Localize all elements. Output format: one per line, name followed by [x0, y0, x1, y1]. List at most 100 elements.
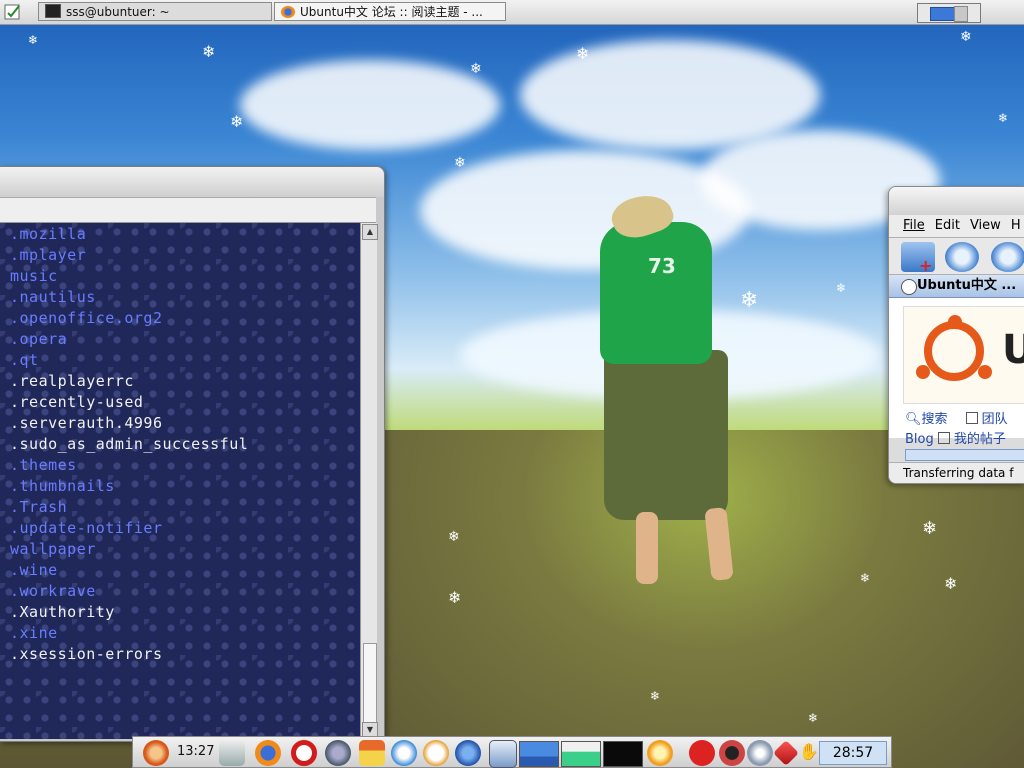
cpu-monitor-icon[interactable] — [519, 741, 559, 767]
reload-icon — [901, 279, 917, 295]
opera-icon[interactable] — [291, 740, 317, 766]
snowflake-icon: ❄ — [650, 689, 661, 703]
loading-progress — [905, 449, 1024, 461]
terminal-line: .opera — [10, 330, 68, 348]
snowflake-icon: ❄ — [998, 111, 1009, 125]
menu-help[interactable]: H — [1011, 218, 1021, 233]
scroll-thumb[interactable] — [363, 643, 377, 725]
terminal-line: .serverauth.4996 — [10, 414, 163, 432]
team-icon — [965, 412, 978, 424]
record-icon[interactable] — [719, 740, 745, 766]
snowflake-icon: ❄ — [836, 281, 847, 295]
terminal-line: .mplayer — [10, 246, 87, 264]
bottom-panel: 13:27 ✋ 28:57 — [132, 736, 892, 768]
page-content: U 🔍︎搜索 团队 Blog 我的帖子 — [889, 298, 1024, 447]
top-panel: sss@ubuntuer: ~ Ubuntu中文 论坛 :: 阅读主题 - ..… — [0, 0, 1024, 25]
nav-team-link[interactable]: 团队 — [982, 412, 1008, 427]
snowflake-icon: ❄ — [860, 571, 871, 585]
snowflake-icon: ❄ — [448, 588, 462, 607]
task-browser[interactable]: Ubuntu中文 论坛 :: 阅读主题 - ... — [274, 2, 506, 21]
terminal-titlebar[interactable] — [0, 167, 384, 197]
messenger-icon[interactable] — [391, 740, 417, 766]
trash-icon[interactable] — [489, 740, 517, 768]
thunderbird-icon[interactable] — [455, 740, 481, 766]
menu-edit[interactable]: Edit — [935, 218, 960, 233]
terminal-line: .nautilus — [10, 288, 96, 306]
task-terminal-label: sss@ubuntuer: ~ — [66, 5, 170, 19]
new-tab-icon[interactable]: + — [901, 242, 935, 275]
eye-icon[interactable] — [747, 740, 773, 766]
file-manager-icon[interactable] — [325, 740, 351, 766]
notes-launcher-icon[interactable] — [2, 2, 24, 22]
search-icon: 🔍︎ — [905, 412, 922, 427]
menu-file[interactable]: File — [903, 218, 925, 233]
terminal-menubar[interactable] — [0, 197, 376, 223]
music-player-icon[interactable] — [219, 740, 245, 766]
ubuntu-logo: U — [903, 306, 1024, 404]
scroll-up-icon[interactable]: ▲ — [362, 224, 378, 240]
hand-icon[interactable]: ✋ — [799, 742, 819, 761]
snowflake-icon: ❄ — [576, 44, 590, 63]
sun-icon[interactable] — [647, 740, 673, 766]
snowflake-icon: ❄ — [960, 29, 972, 45]
terminal-line: .sudo_as_admin_successful — [10, 435, 249, 453]
snowflake-icon: ❄ — [202, 42, 216, 61]
ubuntu-logo-icon[interactable] — [143, 740, 169, 766]
tab-ubuntu-forum[interactable]: Ubuntu中文 ... — [889, 275, 1024, 298]
forward-icon[interactable] — [991, 242, 1024, 272]
memory-monitor-icon[interactable] — [561, 741, 601, 767]
snowflake-icon: ❄ — [808, 711, 819, 725]
status-bar: Transferring data f — [889, 462, 1024, 483]
browser-toolbar: + — [889, 238, 1024, 275]
menu-view[interactable]: View — [970, 218, 1001, 233]
network-monitor-icon[interactable] — [603, 741, 643, 767]
terminal-line: .xine — [10, 624, 58, 642]
nav-my-posts-link[interactable]: 我的帖子 — [954, 432, 1006, 447]
terminal-window[interactable]: .mozilla .mplayer music .nautilus .openoffic… — [0, 166, 385, 742]
terminal-line: .xsession-errors — [10, 645, 163, 663]
terminal-line: .mozilla — [10, 225, 87, 243]
terminal-icon — [45, 4, 61, 18]
terminal-line: .Xauthority — [10, 603, 115, 621]
terminal-line: .thumbnails — [10, 477, 115, 495]
browser-menubar: File Edit View H — [889, 215, 1024, 238]
snowflake-icon: ❄ — [740, 288, 759, 313]
snowflake-icon: ❄ — [448, 529, 460, 545]
terminal-line: .Trash — [10, 498, 68, 516]
browser-titlebar[interactable] — [889, 187, 1024, 215]
terminal-scrollbar[interactable]: ▲ ▼ — [360, 223, 378, 739]
panel-clock-right[interactable]: 28:57 — [819, 741, 887, 765]
terminal-line: .recently-used — [10, 393, 144, 411]
clock-app-icon[interactable] — [423, 740, 449, 766]
terminal-line: .realplayerrc — [10, 372, 134, 390]
stop-icon[interactable] — [689, 740, 715, 766]
snowflake-icon: ❄ — [922, 518, 938, 539]
terminal-line: .workrave — [10, 582, 96, 600]
nav-search-link[interactable]: 搜索 — [922, 412, 948, 427]
browser-window[interactable]: File Edit View H + Ubuntu中文 ... U 🔍︎搜索 团队 B… — [888, 186, 1024, 484]
task-browser-label: Ubuntu中文 论坛 :: 阅读主题 - ... — [300, 5, 483, 19]
girl-figure — [604, 350, 728, 520]
shirt-number: 73 — [648, 254, 676, 278]
nav-blog-link[interactable]: Blog — [905, 432, 934, 447]
terminal-line: .wine — [10, 561, 58, 579]
workspace-1[interactable] — [930, 7, 956, 21]
firefox-icon — [281, 6, 295, 18]
terminal-line: .openoffice.org2 — [10, 309, 163, 327]
panel-clock-left[interactable]: 13:27 — [177, 744, 214, 759]
terminal-line: music — [10, 267, 58, 285]
snowflake-icon: ❄ — [944, 574, 958, 593]
terminal-line: .qt — [10, 351, 39, 369]
terminal-line: .themes — [10, 456, 77, 474]
firefox-icon[interactable] — [255, 740, 281, 766]
home-icon[interactable] — [359, 740, 385, 766]
workspace-2[interactable] — [954, 6, 968, 22]
terminal-output[interactable]: .mozilla .mplayer music .nautilus .openoffic… — [0, 223, 360, 739]
workspace-switcher[interactable] — [917, 3, 981, 23]
snowflake-icon: ❄ — [470, 61, 482, 77]
ruby-icon[interactable] — [773, 740, 799, 766]
task-terminal[interactable]: sss@ubuntuer: ~ — [38, 2, 272, 21]
back-icon[interactable] — [945, 242, 979, 272]
snowflake-icon: ❄ — [454, 155, 466, 171]
snowflake-icon: ❄ — [230, 112, 244, 131]
